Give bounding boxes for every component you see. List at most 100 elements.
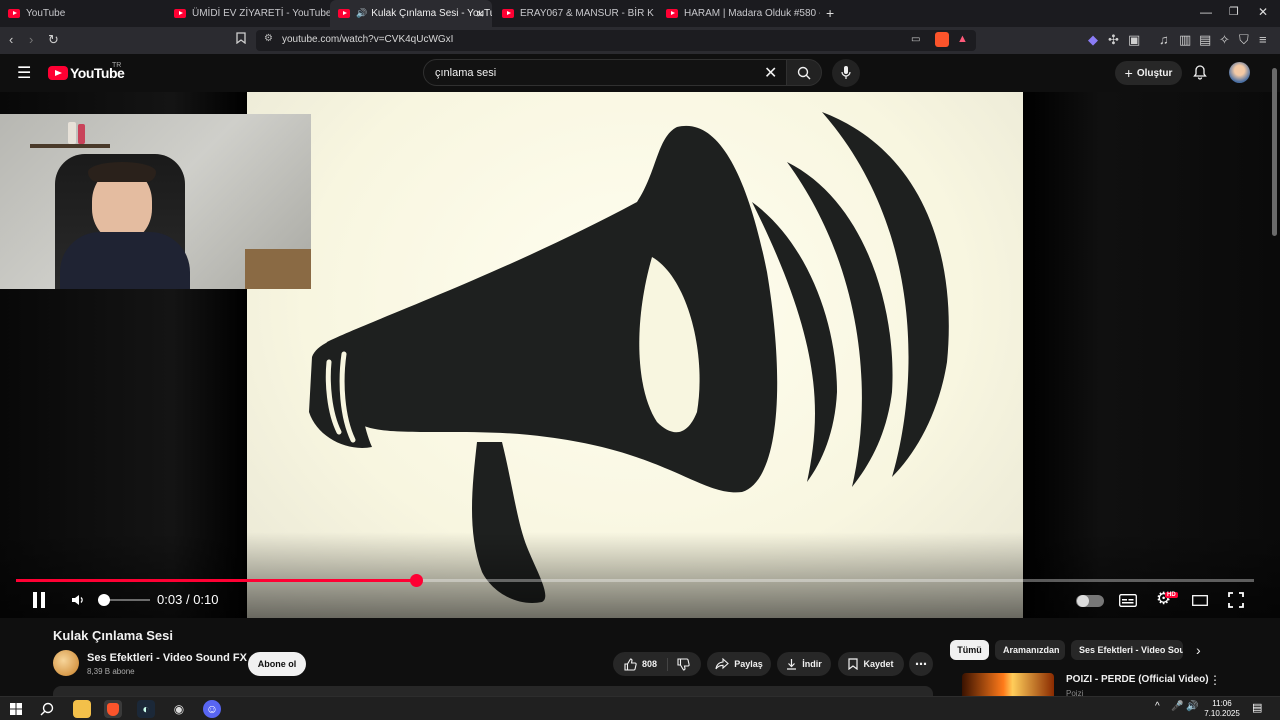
shelf [30, 144, 110, 148]
like-button[interactable]: 808 [624, 657, 669, 671]
tab-kulak-cinlama[interactable]: 🔊 Kulak Çınlama Sesi - YouTube × [330, 0, 492, 27]
plus-icon: + [1124, 65, 1133, 81]
bookmark-icon[interactable] [236, 32, 246, 47]
tab-label: ERAY067 & MANSUR - BİR KERE DAHA [520, 8, 654, 19]
recommendation-title[interactable]: POIZI - PERDE (Official Video) [1066, 674, 1209, 685]
more-options-icon[interactable]: ⋮ [1209, 673, 1221, 687]
windows-start-icon[interactable] [10, 703, 22, 715]
volume-tray-icon[interactable]: 🔊 [1186, 701, 1198, 712]
new-tab-button[interactable]: + [826, 5, 834, 21]
browser-toolbar: ‹ › ↻ ⚙ youtube.com/watch?v=CVK4qUcWGxI … [0, 27, 1280, 54]
tab-umidi[interactable]: ÜMİDİ EV ZİYARETİ - YouTube [166, 0, 330, 27]
like-count: 808 [641, 659, 658, 669]
recommendation-thumbnail[interactable] [962, 673, 1054, 697]
steam-icon[interactable]: ◐ [137, 700, 155, 718]
wallet-icon[interactable]: ▤ [1199, 32, 1211, 48]
bottle [68, 122, 76, 144]
sidebar-toggle-icon[interactable]: ▥ [1179, 32, 1191, 48]
guide-menu-icon[interactable]: ☰ [17, 63, 31, 83]
thumbs-down-icon[interactable] [677, 657, 690, 671]
clear-search-icon[interactable]: ✕ [764, 63, 777, 83]
duration: 0:10 [193, 592, 219, 607]
account-avatar[interactable] [1229, 62, 1250, 83]
chip-all[interactable]: Tümü [950, 640, 989, 660]
youtube-favicon-icon [8, 9, 20, 18]
tab-label: ÜMİDİ EV ZİYARETİ - YouTube [192, 8, 330, 19]
seek-bar[interactable] [16, 574, 1254, 587]
share-button[interactable]: Paylaş [707, 652, 771, 676]
tray-expand-icon[interactable]: ^ [1155, 701, 1160, 712]
more-actions-icon[interactable]: ⋯ [909, 652, 933, 676]
youtube-logo-icon[interactable] [48, 66, 68, 80]
brave-browser-icon[interactable] [104, 700, 122, 718]
vpn-icon[interactable]: ◆ [1088, 32, 1098, 48]
cast-icon[interactable]: ▭ [911, 34, 920, 45]
close-tab-icon[interactable]: × [476, 6, 484, 21]
restore-window-icon[interactable]: ❐ [1229, 5, 1239, 18]
close-window-icon[interactable]: ✕ [1258, 5, 1268, 19]
chip-channel[interactable]: Ses Efektleri - Video Sou [1071, 640, 1183, 660]
vpn-shield-icon[interactable]: ⛉ [1239, 32, 1249, 48]
browser-menu-icon[interactable]: ≡ [1259, 32, 1267, 47]
taskbar-search-icon[interactable] [40, 702, 54, 716]
microphone-tray-icon[interactable]: 🎤 [1171, 701, 1183, 712]
brave-shields-icon[interactable] [935, 32, 949, 47]
download-label: İndir [802, 659, 822, 669]
extensions-icon[interactable]: ✣ [1108, 32, 1119, 48]
page-scrollbar[interactable] [1272, 68, 1277, 236]
browser-tab-strip: YouTube ÜMİDİ EV ZİYARETİ - YouTube 🔊 Ku… [0, 0, 1280, 27]
reload-icon[interactable]: ↻ [48, 32, 59, 48]
search-button[interactable] [786, 59, 822, 86]
tab-haram[interactable]: HARAM | Madara Olduk #580 - YouTube [658, 0, 820, 27]
notifications-bell-icon[interactable] [1193, 65, 1207, 80]
autoplay-toggle[interactable] [1076, 595, 1104, 607]
subscribe-button[interactable]: Abone ol [248, 652, 306, 676]
voice-search-button[interactable] [832, 59, 860, 87]
video-title: Kulak Çınlama Sesi [53, 628, 173, 643]
site-info-icon[interactable]: ⚙ [264, 33, 273, 44]
system-clock[interactable]: 11:06 7.10.2025 [1200, 699, 1244, 719]
pause-icon[interactable] [32, 592, 46, 608]
speaker-icon[interactable]: 🔊 [356, 8, 367, 19]
fullscreen-icon[interactable] [1228, 592, 1244, 608]
subtitles-icon[interactable] [1119, 594, 1137, 607]
tab-label: Kulak Çınlama Sesi - YouTube [371, 8, 492, 19]
chevron-right-icon[interactable]: › [1196, 642, 1201, 658]
media-controls-icon[interactable]: ♫ [1159, 32, 1169, 47]
channel-name[interactable]: Ses Efektleri - Video Sound FX [87, 652, 247, 664]
windows-taskbar: ◐ ◉ ☺ ^ 🎤 🔊 11:06 7.10.2025 ▤ [0, 696, 1280, 720]
discord-icon[interactable]: ☺ [203, 700, 221, 718]
download-button[interactable]: İndir [777, 652, 831, 676]
tab-youtube[interactable]: YouTube [0, 0, 166, 27]
save-button[interactable]: Kaydet [838, 652, 904, 676]
search-input[interactable]: çınlama sesi ✕ [423, 59, 787, 86]
channel-avatar[interactable] [53, 650, 79, 676]
youtube-favicon-icon [174, 9, 186, 18]
back-icon[interactable]: ‹ [9, 32, 13, 47]
volume-slider[interactable] [98, 594, 150, 606]
tab-eray067[interactable]: ERAY067 & MANSUR - BİR KERE DAHA [494, 0, 654, 27]
clock-time: 11:06 [1212, 699, 1232, 708]
tab-search-icon[interactable]: ▣ [1128, 32, 1140, 48]
theater-mode-icon[interactable] [1192, 595, 1208, 606]
tab-label: YouTube [26, 8, 66, 19]
create-button[interactable]: + Oluştur [1115, 61, 1182, 85]
leo-ai-icon[interactable]: ✧ [1219, 32, 1230, 48]
seek-handle[interactable] [409, 574, 423, 587]
chip-from-search[interactable]: Aramanızdan [995, 640, 1065, 660]
obs-icon[interactable]: ◉ [170, 700, 188, 718]
volume-icon[interactable] [71, 593, 85, 607]
description-box[interactable] [53, 686, 933, 696]
video-player[interactable]: 0:03 / 0:10 ⚙ HD [0, 92, 1280, 618]
youtube-favicon-icon [502, 9, 514, 18]
address-bar[interactable]: ⚙ youtube.com/watch?v=CVK4qUcWGxI ▭ ▲ [256, 30, 976, 51]
youtube-favicon-icon [338, 9, 350, 18]
webcam-overlay [0, 114, 311, 289]
notifications-icon[interactable]: ▤ [1252, 701, 1262, 714]
file-explorer-icon[interactable] [73, 700, 91, 718]
brave-rewards-icon[interactable]: ▲ [957, 33, 968, 45]
volume-handle[interactable] [98, 594, 110, 606]
forward-icon[interactable]: › [29, 32, 33, 47]
search-value: çınlama sesi [435, 67, 497, 79]
minimize-window-icon[interactable]: — [1200, 5, 1212, 19]
